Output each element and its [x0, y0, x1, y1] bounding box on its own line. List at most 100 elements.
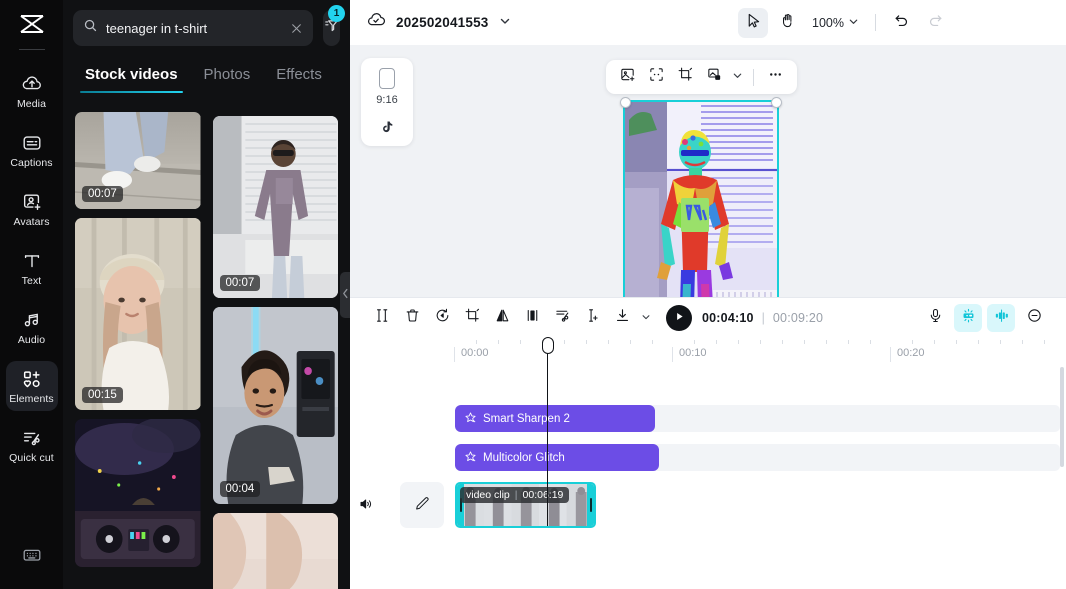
sidebar-item-label: Media [16, 98, 47, 110]
total-duration: 00:09:20 [772, 310, 824, 325]
keyframe-split-icon [584, 307, 601, 329]
grid-column-left: 00:07 00:15 [75, 112, 201, 589]
thumbnail-white-sneakers-couch [212, 513, 338, 589]
replace-media-button[interactable] [614, 64, 641, 91]
quick-cut-icon [21, 427, 43, 449]
tab-stock-videos[interactable]: Stock videos [80, 66, 183, 93]
play-button[interactable] [666, 304, 692, 331]
effect-track-2[interactable]: Multicolor Glitch [350, 444, 1066, 471]
crop-icon [677, 66, 694, 88]
list-item[interactable]: 00:15 [75, 218, 201, 410]
cursor-arrow-icon [745, 12, 762, 34]
video-clip[interactable]: video clip | 00:06:19 [455, 482, 596, 528]
sidebar-item-elements[interactable]: Elements [5, 361, 58, 411]
video-track[interactable]: video clip | 00:06:19 [350, 482, 1066, 530]
undo-button[interactable] [886, 8, 916, 38]
tab-effects[interactable]: Effects [276, 66, 322, 93]
video-preview-canvas[interactable] [623, 100, 779, 297]
effect-clip-multicolor-glitch[interactable]: Multicolor Glitch [455, 444, 659, 471]
chevron-down-icon [641, 309, 651, 327]
list-item[interactable]: 00:07 [212, 116, 338, 298]
smart-cut-button[interactable] [548, 304, 576, 332]
stock-video-grid: 00:07 00:15 00:07 00:04 [63, 112, 350, 589]
download-button[interactable] [608, 304, 636, 332]
voiceover-button[interactable] [921, 304, 949, 332]
clip-trim-handle-right[interactable] [587, 484, 594, 526]
duration-badge: 00:07 [82, 186, 123, 202]
resize-handle-top-left[interactable] [620, 97, 631, 108]
hand-icon [779, 12, 796, 34]
download-icon [614, 307, 631, 329]
zoom-level-selector[interactable]: 100% [806, 16, 865, 30]
effect-clip-smart-sharpen[interactable]: Smart Sharpen 2 [455, 405, 655, 432]
edit-track-button[interactable] [400, 482, 444, 528]
tiktok-icon [380, 119, 395, 140]
list-item[interactable] [75, 419, 201, 567]
search-box[interactable] [73, 10, 313, 46]
more-options-chevron[interactable] [730, 64, 745, 91]
mirror-button[interactable] [488, 304, 516, 332]
collapse-panel-handle[interactable] [340, 272, 350, 318]
keyframe-button[interactable] [578, 304, 606, 332]
preview-stage: 9:16 [350, 45, 1066, 297]
rail-bottom-area [0, 544, 63, 571]
more-options-button[interactable] [762, 64, 789, 91]
search-input[interactable] [106, 20, 282, 36]
video-clip-label: video clip | 00:06:19 [460, 487, 570, 503]
remove-background-button[interactable] [701, 64, 728, 91]
sidebar-item-avatars[interactable]: Avatars [6, 184, 58, 234]
close-icon[interactable] [290, 22, 303, 35]
tab-photos[interactable]: Photos [204, 66, 251, 93]
project-selector[interactable]: 202502041553 [366, 10, 511, 35]
crop-button[interactable] [672, 64, 699, 91]
playhead[interactable] [541, 337, 554, 526]
sidebar-item-text[interactable]: Text [6, 243, 58, 293]
chevron-down-icon [848, 16, 859, 30]
toolbar-divider [753, 68, 754, 86]
timeline-body[interactable]: 00:00 00:10 00:20 Smart Sharpen 2 Multic… [350, 337, 1066, 589]
auto-reframe-button[interactable] [643, 64, 670, 91]
split-button[interactable] [368, 304, 396, 332]
playhead-knob[interactable] [541, 337, 554, 354]
left-icon-rail: Media Captions Avatars Text Audio Elemen… [0, 0, 63, 589]
timeline-vertical-scrollbar[interactable] [1060, 367, 1064, 467]
filter-badge: 1 [328, 5, 345, 22]
sidebar-item-captions[interactable]: Captions [6, 125, 58, 175]
reframe-icon [648, 66, 665, 88]
resize-handle-top-right[interactable] [771, 97, 782, 108]
list-item[interactable] [212, 513, 338, 589]
play-icon [674, 309, 685, 327]
sidebar-item-label: Captions [10, 157, 53, 169]
minus-circle-icon [1026, 307, 1043, 329]
zoom-out-button[interactable] [1020, 304, 1048, 332]
freeze-button[interactable] [518, 304, 546, 332]
aspect-ratio-label: 9:16 [376, 94, 398, 106]
crop-clip-button[interactable] [458, 304, 486, 332]
hand-tool-button[interactable] [772, 8, 802, 38]
list-item[interactable]: 00:07 [75, 112, 201, 209]
sidebar-item-audio[interactable]: Audio [6, 302, 58, 352]
waveform-icon [993, 307, 1010, 329]
effect-track-1[interactable]: Smart Sharpen 2 [350, 405, 1066, 432]
smart-cut-icon [554, 307, 571, 329]
redo-icon [927, 12, 944, 34]
redo-button[interactable] [920, 8, 950, 38]
list-item[interactable]: 00:04 [212, 307, 338, 504]
audio-waveform-button[interactable] [987, 303, 1015, 332]
capcut-editor-window: Media Captions Avatars Text Audio Elemen… [0, 0, 1066, 589]
delete-button[interactable] [398, 304, 426, 332]
reverse-button[interactable] [428, 304, 456, 332]
capcut-logo[interactable] [0, 0, 63, 47]
speaker-icon[interactable] [358, 496, 374, 517]
timeline-ruler[interactable]: 00:00 00:10 00:20 [350, 337, 1066, 363]
pencil-icon [414, 495, 430, 516]
clip-label-divider: | [514, 489, 518, 501]
download-options-chevron[interactable] [638, 304, 654, 332]
aspect-ratio-card[interactable]: 9:16 [361, 58, 413, 146]
filter-button[interactable]: 1 [323, 5, 345, 46]
sidebar-item-media[interactable]: Media [6, 66, 58, 116]
select-tool-button[interactable] [738, 7, 769, 38]
sidebar-item-quick-cut[interactable]: Quick cut [6, 420, 58, 470]
keyboard-icon[interactable] [21, 544, 43, 571]
auto-captions-button[interactable] [954, 303, 982, 332]
